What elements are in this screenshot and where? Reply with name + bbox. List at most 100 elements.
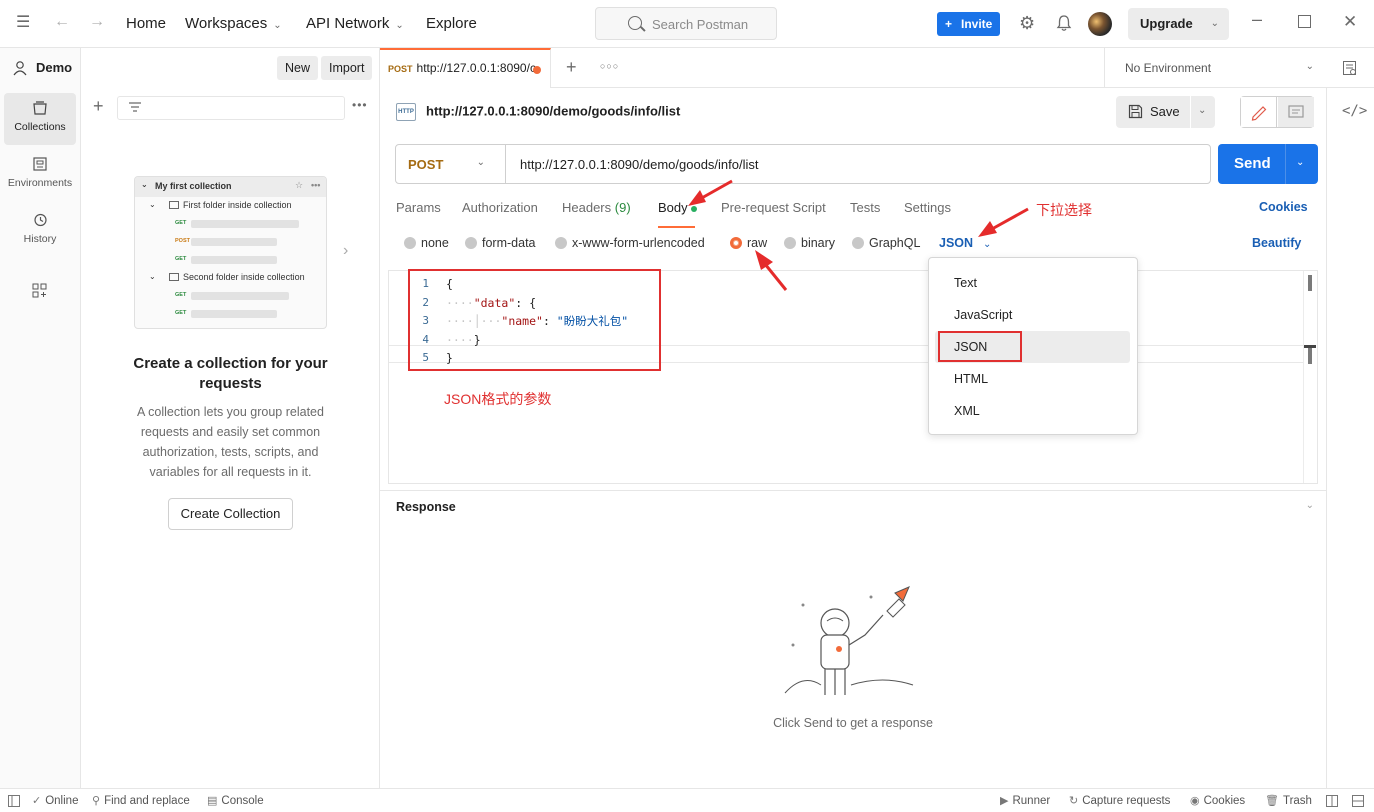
add-icon[interactable]: + [93, 96, 104, 117]
invite-button[interactable]: + Invite [937, 12, 1000, 36]
comments-icon[interactable] [1278, 97, 1314, 127]
help-icon[interactable] [1352, 795, 1364, 810]
request-tab[interactable]: POST http://127.0.0.1:8090/c [380, 48, 551, 88]
save-disk-icon [1128, 104, 1143, 122]
placeholder-bar [191, 292, 289, 300]
preview-request-row: GET [135, 251, 326, 269]
radio-selected-icon [730, 237, 742, 249]
tab-headers[interactable]: Headers (9) [562, 200, 631, 215]
empty-state-description: A collection lets you group related requ… [137, 405, 324, 479]
scrollbar-marker [1308, 348, 1312, 364]
nav-explore[interactable]: Explore [426, 15, 477, 32]
tab-params[interactable]: Params [396, 200, 441, 215]
placeholder-bar [191, 256, 277, 264]
preview-request-row: GET [135, 215, 326, 233]
status-capture-requests[interactable]: ↻ Capture requests [1069, 794, 1170, 807]
tab-prerequest-script[interactable]: Pre-request Script [721, 200, 826, 215]
tab-options-icon[interactable]: ○○○ [600, 61, 619, 71]
collection-preview-illustration: ⌄ My first collection ☆ ••• ⌄ First fold… [134, 176, 327, 329]
menu-icon[interactable]: ☰ [16, 15, 30, 31]
environment-quick-look-icon[interactable] [1342, 60, 1358, 79]
toggle-sidebar-icon[interactable] [8, 795, 20, 810]
forward-arrow-icon[interactable]: → [89, 14, 105, 30]
menu-item-text[interactable]: Text [935, 267, 1130, 299]
status-find-replace[interactable]: ⚲ Find and replace [92, 794, 190, 807]
response-header[interactable]: Response ⌄ [380, 490, 1326, 522]
cookie-icon: ◉ [1190, 795, 1200, 807]
tab-tests[interactable]: Tests [850, 200, 880, 215]
menu-item-html[interactable]: HTML [935, 363, 1130, 395]
url-input[interactable]: http://127.0.0.1:8090/demo/goods/info/li… [520, 157, 759, 172]
workspace-user-icon [12, 60, 28, 79]
tab-body[interactable]: Body [658, 200, 697, 215]
json-option-highlight-box [938, 331, 1022, 362]
chevron-down-icon[interactable]: ⌄ [1198, 105, 1206, 116]
code-snippet-icon[interactable]: </> [1342, 103, 1367, 119]
rail-item-environments[interactable]: Environments [4, 149, 76, 201]
console-icon: ▤ [207, 795, 218, 807]
nav-workspaces[interactable]: Workspaces ⌄ [185, 15, 282, 32]
right-context-rail: </> [1326, 88, 1374, 788]
sidebar-toolbar: + ••• [81, 96, 380, 126]
body-type-form-data[interactable]: form-data [465, 236, 536, 250]
environment-selector[interactable]: No Environment ⌄ [1104, 48, 1326, 88]
rail-item-history[interactable]: History [4, 205, 76, 257]
cookies-link[interactable]: Cookies [1259, 200, 1308, 214]
filter-input[interactable] [117, 96, 345, 120]
raw-language-select[interactable]: JSON ⌄ [939, 236, 991, 250]
beautify-link[interactable]: Beautify [1252, 236, 1301, 250]
menu-item-javascript[interactable]: JavaScript [935, 299, 1130, 331]
configure-workbench-icon[interactable] [32, 283, 48, 302]
workspace-name: Demo [36, 60, 73, 75]
placeholder-bar [191, 220, 299, 228]
status-console[interactable]: ▤ Console [207, 794, 264, 807]
chevron-down-icon: ⌄ [1305, 61, 1314, 72]
maximize-icon[interactable] [1298, 15, 1311, 32]
editor-scrollbar[interactable] [1303, 271, 1317, 483]
upgrade-button[interactable]: Upgrade ⌄ [1128, 8, 1229, 40]
chevron-down-icon: ⌄ [395, 20, 404, 31]
send-button[interactable]: Send ⌄ [1218, 144, 1318, 184]
edit-pencil-icon[interactable] [1241, 97, 1277, 127]
settings-gear-icon[interactable]: ⚙ [1019, 14, 1035, 32]
collections-icon [32, 100, 48, 116]
rail-item-collections[interactable]: Collections [4, 93, 76, 145]
save-button[interactable]: Save ⌄ [1116, 96, 1215, 128]
status-runner[interactable]: ▶ Runner [1000, 794, 1050, 807]
tab-settings[interactable]: Settings [904, 200, 951, 215]
two-pane-layout-icon[interactable] [1326, 795, 1338, 810]
new-button[interactable]: New [277, 56, 319, 80]
menu-item-xml[interactable]: XML [935, 395, 1130, 427]
back-arrow-icon[interactable]: ← [54, 14, 70, 30]
search-icon [628, 16, 642, 30]
empty-state-title: Create a collection for your requests [133, 355, 328, 392]
create-collection-button[interactable]: Create Collection [168, 498, 293, 530]
body-type-binary[interactable]: binary [784, 236, 835, 250]
body-type-graphql[interactable]: GraphQL [852, 236, 920, 250]
minimize-icon[interactable]: – [1252, 10, 1262, 28]
status-trash[interactable]: 🗑 Trash [1265, 794, 1312, 807]
body-type-urlencoded[interactable]: x-www-form-urlencoded [555, 236, 705, 250]
request-tab-strip: POST http://127.0.0.1:8090/c + ○○○ No Env… [380, 48, 1374, 88]
scrollbar-thumb[interactable] [1308, 275, 1312, 291]
notification-bell-icon[interactable] [1056, 14, 1072, 36]
body-type-none[interactable]: none [404, 236, 449, 250]
close-icon[interactable]: ✕ [1343, 13, 1357, 30]
more-options-icon[interactable]: ••• [352, 98, 368, 112]
nav-home[interactable]: Home [126, 15, 166, 32]
chevron-down-icon[interactable]: ⌄ [1296, 157, 1304, 168]
nav-api-network[interactable]: API Network ⌄ [306, 15, 404, 32]
status-online[interactable]: ✓ Online [32, 794, 78, 807]
method-select[interactable]: POST ⌄ [396, 145, 506, 183]
chevron-down-icon[interactable]: ⌄ [1306, 500, 1314, 511]
tab-authorization[interactable]: Authorization [462, 200, 538, 215]
radio-icon [555, 237, 567, 249]
search-input[interactable]: Search Postman [595, 7, 777, 40]
import-button[interactable]: Import [321, 56, 373, 80]
chevron-down-icon: ⌄ [983, 239, 992, 250]
body-type-raw[interactable]: raw [730, 236, 767, 250]
status-cookies[interactable]: ◉ Cookies [1190, 794, 1245, 807]
new-tab-icon[interactable]: + [566, 57, 577, 78]
avatar[interactable] [1088, 12, 1112, 36]
star-icon: ☆ [295, 180, 304, 190]
